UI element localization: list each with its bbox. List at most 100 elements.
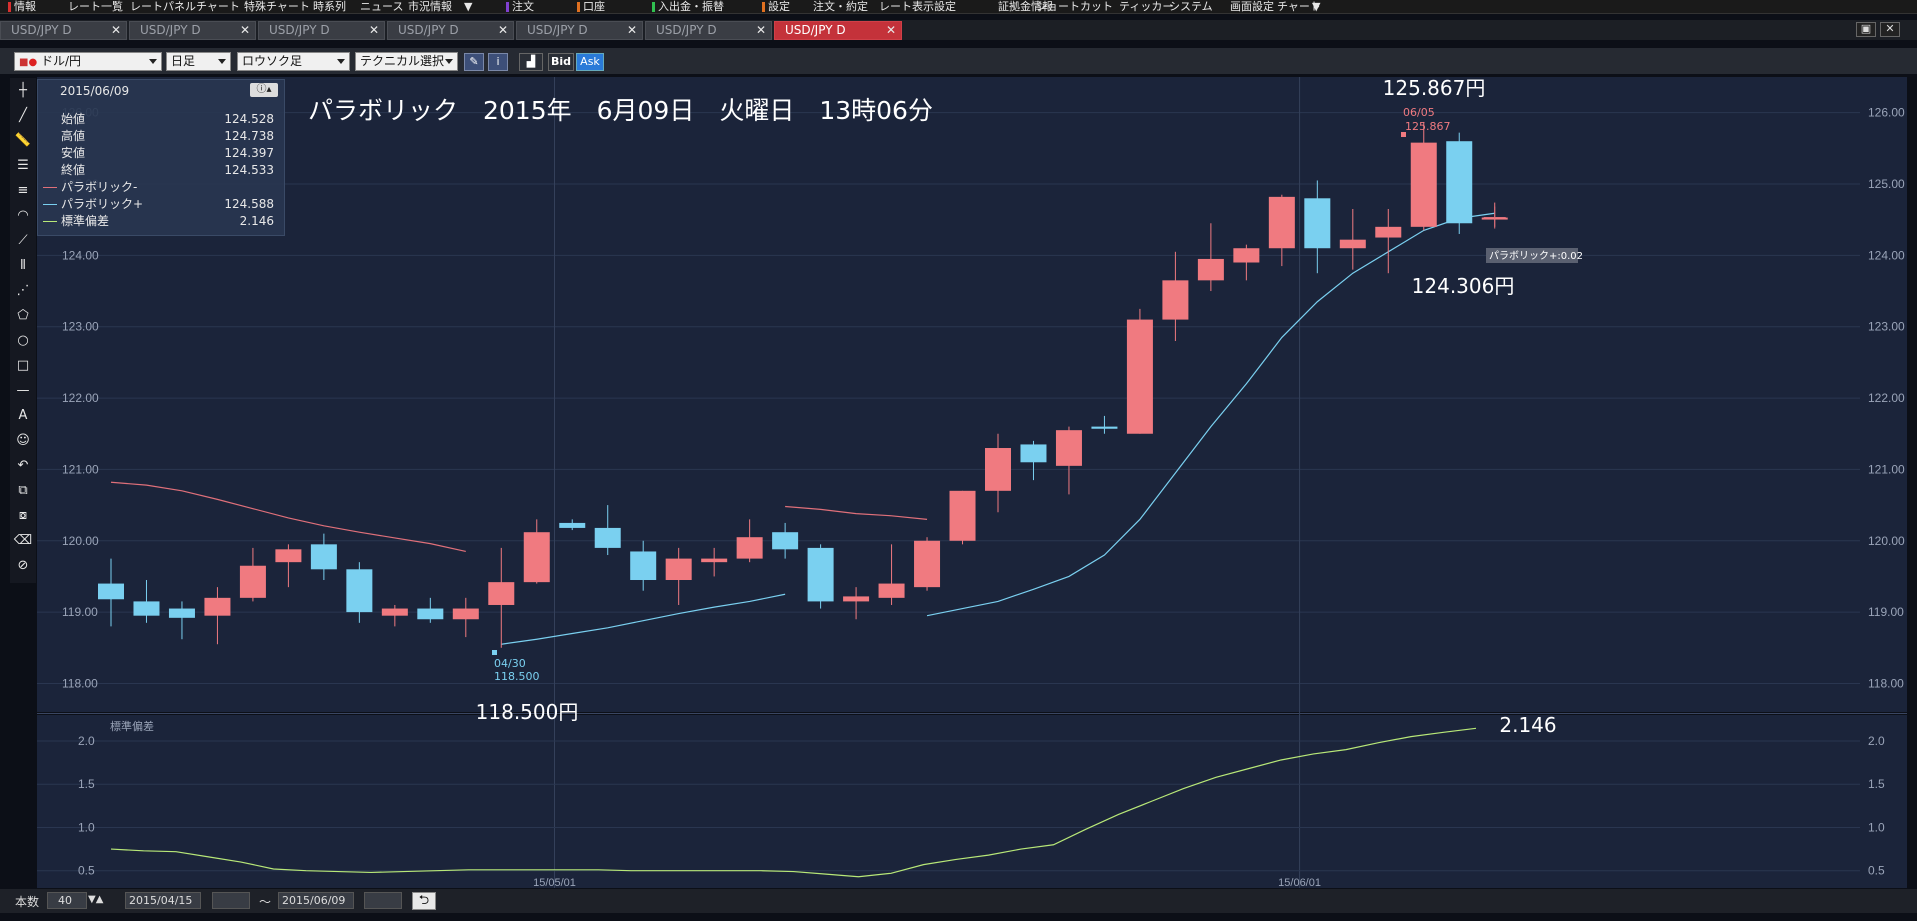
candle-body xyxy=(807,547,834,602)
candle-body xyxy=(1268,196,1295,249)
candle-body xyxy=(1126,319,1153,434)
sd-y-tick-right: 1.0 xyxy=(1868,820,1885,834)
candle-body xyxy=(381,608,408,616)
candle-body xyxy=(1020,444,1047,463)
sd-y-tick-right: 2.0 xyxy=(1868,734,1885,748)
sd-y-tick-right: 1.5 xyxy=(1868,777,1885,791)
candle-body xyxy=(1446,141,1473,224)
y-tick-left: 123.00 xyxy=(62,320,99,334)
info-label: パラボリック- xyxy=(61,180,138,194)
range-tilde: ～ xyxy=(259,895,272,909)
y-tick-left: 121.00 xyxy=(62,462,99,476)
candle-body xyxy=(701,558,728,563)
candle-body xyxy=(1233,248,1260,263)
info-label: 標準偏差 xyxy=(61,214,110,228)
info-row: 安値 124.397 xyxy=(38,145,286,162)
candle-body xyxy=(630,551,657,581)
candle-body xyxy=(878,583,905,598)
high-date-label: 06/05 xyxy=(1403,106,1435,119)
candle-body xyxy=(239,565,266,598)
info-label: パラボリック+ xyxy=(61,197,144,211)
sd-y-tick-right: 0.5 xyxy=(1868,864,1885,878)
sd-y-tick-left: 2.0 xyxy=(78,734,95,748)
refresh-button[interactable]: ⮌ xyxy=(412,892,436,910)
info-row: パラボリック- xyxy=(38,179,286,196)
candle-body xyxy=(488,582,515,605)
candle-body xyxy=(1091,426,1118,429)
y-tick-right: 118.00 xyxy=(1868,676,1904,690)
low-date-label: 04/30 xyxy=(494,657,526,670)
candle-body xyxy=(168,608,195,618)
x-tick-label: 15/05/01 xyxy=(533,877,576,889)
from-date-input[interactable]: 2015/04/15 xyxy=(125,892,201,909)
candle-body xyxy=(985,448,1011,491)
info-row: 標準偏差 2.146 xyxy=(38,213,286,230)
candle-body xyxy=(346,569,373,613)
candle-body xyxy=(417,608,444,620)
y-tick-right: 120.00 xyxy=(1868,534,1905,548)
count-stepper[interactable]: ▼▲ xyxy=(88,894,103,905)
series-legend-line xyxy=(43,204,57,205)
candle-body xyxy=(310,544,337,570)
y-tick-right: 121.00 xyxy=(1868,462,1905,476)
info-row: 始値 124.528 xyxy=(38,111,286,128)
from-time-input[interactable] xyxy=(212,892,250,909)
info-label: 終値 xyxy=(61,163,86,177)
y-tick-left: 119.00 xyxy=(62,605,98,619)
info-value: 2.146 xyxy=(239,214,274,228)
info-row: パラボリック+ 124.588 xyxy=(38,196,286,213)
y-tick-right: 119.00 xyxy=(1868,605,1904,619)
info-date: 2015/06/09 xyxy=(60,84,130,98)
info-label: 始値 xyxy=(61,112,86,126)
info-label: 高値 xyxy=(61,129,86,143)
candle-body xyxy=(1197,258,1224,281)
y-tick-right: 126.00 xyxy=(1868,106,1905,120)
candle-body xyxy=(98,583,124,600)
x-tick-label: 15/06/01 xyxy=(1278,877,1321,889)
candle-body xyxy=(772,532,799,550)
price-chart[interactable]: 118.00 118.00 119.00 119.00 120.00 120.00 121.… xyxy=(0,0,1917,921)
sd-value-label: 2.146 xyxy=(1499,713,1556,737)
to-time-input[interactable] xyxy=(364,892,402,909)
candle-body xyxy=(1375,226,1402,238)
y-tick-right: 125.00 xyxy=(1868,177,1905,191)
candle-body xyxy=(452,608,479,620)
info-label: 安値 xyxy=(61,146,86,160)
high-value-label: 125.867 xyxy=(1405,120,1451,133)
y-tick-left: 122.00 xyxy=(62,391,99,405)
high-price-label: 125.867円 xyxy=(1383,76,1486,100)
low-value-label: 118.500 xyxy=(494,670,540,683)
candle-body xyxy=(523,532,550,583)
info-value: 124.528 xyxy=(224,112,274,126)
y-tick-left: 120.00 xyxy=(62,534,99,548)
info-value: 124.533 xyxy=(224,163,274,177)
psar-value-label: 124.306円 xyxy=(1412,274,1515,298)
low-marker xyxy=(492,650,497,655)
series-legend-line xyxy=(43,221,57,222)
candle-body xyxy=(1339,239,1366,249)
info-row: 終値 124.533 xyxy=(38,162,286,179)
count-input[interactable]: 40 xyxy=(47,892,87,909)
period-bar: 本数 40 ▼▲ 2015/04/15 ～ 2015/06/09 ⮌ xyxy=(0,889,1917,913)
candle-body xyxy=(665,558,692,581)
candle-body xyxy=(949,490,976,541)
candle-body xyxy=(204,597,231,616)
candle-body xyxy=(275,549,302,563)
candle-body xyxy=(1410,142,1437,227)
main-pane xyxy=(37,77,1907,712)
info-value: 124.588 xyxy=(224,197,274,211)
candle-body xyxy=(1162,280,1189,320)
info-value: 124.738 xyxy=(224,129,274,143)
y-tick-right: 122.00 xyxy=(1868,391,1905,405)
candle-body xyxy=(594,527,621,548)
high-marker xyxy=(1401,132,1406,137)
series-legend-line xyxy=(43,187,57,188)
to-date-input[interactable]: 2015/06/09 xyxy=(278,892,354,909)
sd-pane-label: 標準偏差 xyxy=(110,719,154,733)
sd-y-tick-left: 1.5 xyxy=(78,777,95,791)
y-tick-right: 123.00 xyxy=(1868,320,1905,334)
info-toggle-button[interactable]: ⓘ▴ xyxy=(250,83,278,97)
candle-body xyxy=(133,601,160,616)
count-label: 本数 xyxy=(15,895,40,909)
y-tick-left: 124.00 xyxy=(62,248,99,262)
